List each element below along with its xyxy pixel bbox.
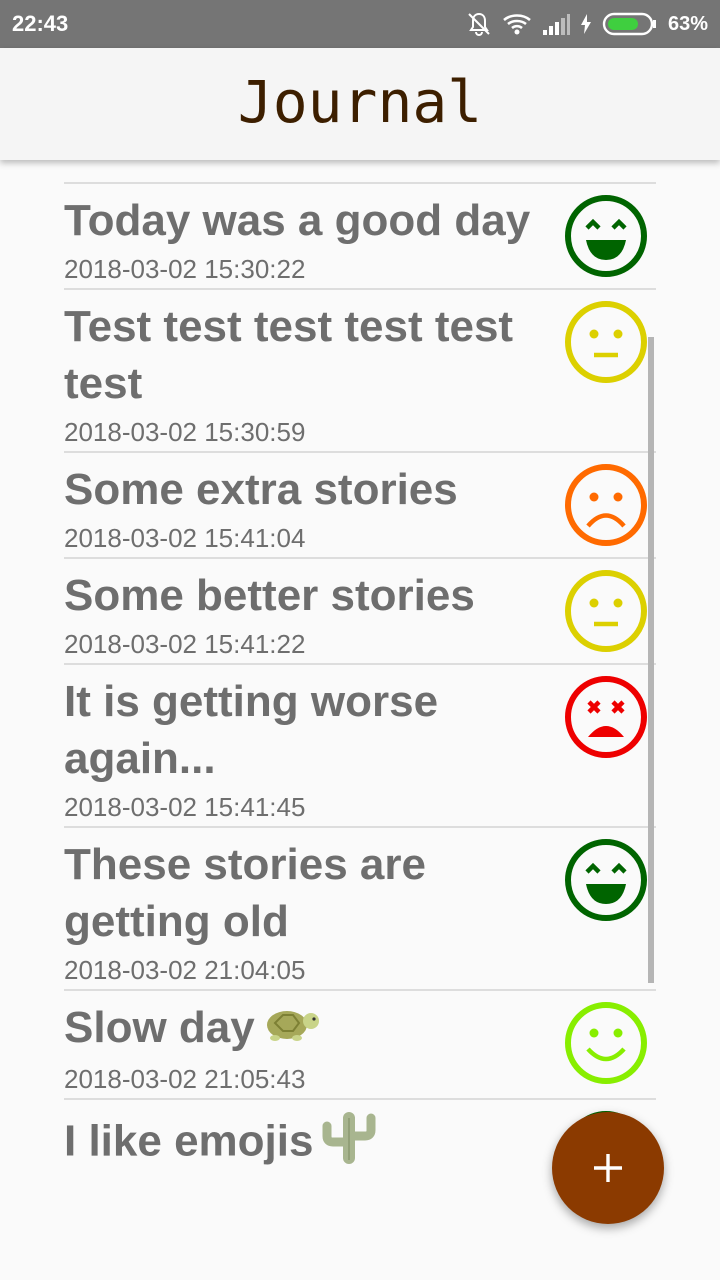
- journal-entry[interactable]: Slow day 2018-03-02 21:05:43: [64, 989, 656, 1098]
- add-icon: [594, 1154, 622, 1182]
- mood-happy-icon: [564, 1001, 648, 1085]
- entry-date: 2018-03-02 21:04:05: [64, 955, 306, 985]
- scrollbar[interactable]: [648, 337, 654, 983]
- status-time: 22:43: [12, 11, 69, 36]
- journal-entry[interactable]: Test test test test test test 2018-03-02 …: [64, 288, 656, 451]
- entry-title-text: It is getting worse again...: [64, 677, 439, 783]
- entry-title: Test test test test test test: [64, 290, 554, 412]
- charging-icon: [580, 13, 592, 35]
- entry-title: Some extra stories: [64, 453, 554, 518]
- entry-title: I like emojis: [64, 1100, 554, 1168]
- status-bar: 22:43 63%: [0, 0, 720, 48]
- entry-title-text: Slow day: [64, 1003, 255, 1052]
- journal-entry[interactable]: Today was a good day 2018-03-02 15:30:22: [64, 182, 656, 288]
- mood-very-sad-icon: [564, 675, 648, 759]
- journal-entry[interactable]: These stories are getting old 2018-03-02 …: [64, 826, 656, 989]
- entry-date: 2018-03-02 15:41:45: [64, 792, 306, 822]
- entry-title-text: Some extra stories: [64, 465, 458, 514]
- journal-entry[interactable]: Some better stories 2018-03-02 15:41:22: [64, 557, 656, 663]
- entry-title: Slow day: [64, 991, 554, 1059]
- battery-percent: 63%: [667, 12, 708, 35]
- mood-sad-icon: [564, 463, 648, 547]
- mood-very-happy-icon: [564, 194, 648, 278]
- journal-list[interactable]: Today was a good day 2018-03-02 15:30:22 T…: [0, 160, 720, 1168]
- mood-very-happy-icon: [564, 838, 648, 922]
- app-title: Journal: [237, 68, 483, 136]
- battery-icon: [602, 12, 658, 36]
- journal-entry[interactable]: It is getting worse again... 2018-03-02 1…: [64, 663, 656, 826]
- entry-title-text: Today was a good day: [64, 196, 531, 245]
- add-entry-button[interactable]: [552, 1112, 664, 1224]
- entry-date: 2018-03-02 15:30:59: [64, 417, 306, 447]
- journal-entry[interactable]: Some extra stories 2018-03-02 15:41:04: [64, 451, 656, 557]
- entry-list: Today was a good day 2018-03-02 15:30:22 T…: [64, 182, 656, 1168]
- signal-icon: [542, 12, 570, 36]
- entry-title: Some better stories: [64, 559, 554, 624]
- mood-neutral-icon: [564, 569, 648, 653]
- cactus-icon: [319, 1108, 379, 1168]
- entry-title-text: These stories are getting old: [64, 840, 426, 946]
- entry-title-text: I like emojis: [64, 1117, 314, 1166]
- entry-title-text: Test test test test test test: [64, 302, 514, 408]
- entry-title: These stories are getting old: [64, 828, 554, 950]
- wifi-icon: [502, 12, 532, 36]
- turtle-icon: [261, 1001, 321, 1059]
- app-bar: Journal: [0, 48, 720, 160]
- entry-title: It is getting worse again...: [64, 665, 554, 787]
- notifications-off-icon: [466, 11, 492, 37]
- status-icons: 63%: [466, 9, 708, 39]
- mood-neutral-icon: [564, 300, 648, 384]
- entry-title-text: Some better stories: [64, 571, 475, 620]
- entry-title: Today was a good day: [64, 184, 554, 249]
